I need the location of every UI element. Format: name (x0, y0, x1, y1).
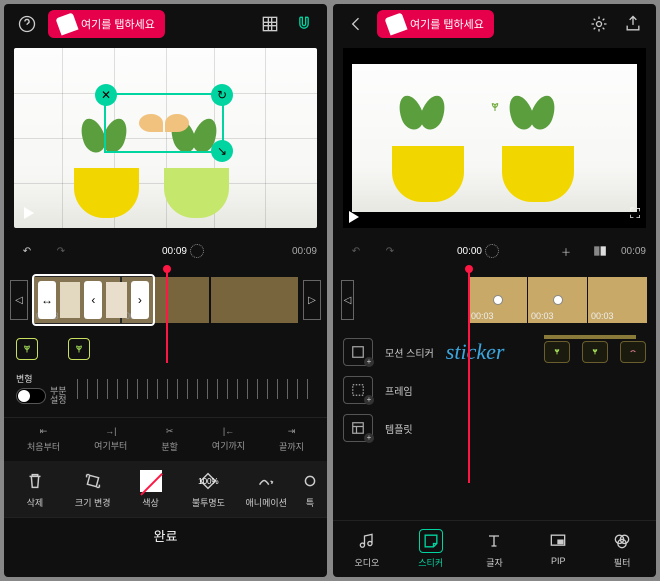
prev-clip-button[interactable]: ◁ (10, 280, 28, 320)
resize-button[interactable]: 크기 변경 (66, 469, 120, 509)
total-time: 00:09 (292, 246, 317, 257)
sticker-birds (139, 114, 189, 132)
redo-icon[interactable]: ↷ (377, 238, 403, 264)
clip-focus[interactable]: ↔ ‹ › (32, 274, 155, 326)
timeline-header: ↶ ↷ 00:00 ＋ 00:09 (333, 232, 656, 270)
preview-canvas[interactable]: ✕ ↻ ↘ (14, 48, 317, 228)
export-icon[interactable] (620, 11, 646, 37)
editor-screen-overlay: 여기를 탭하세요 ✕ ↻ ↘ ↶ ↷ (4, 4, 327, 577)
tab-sticker[interactable]: 스티커 (404, 529, 458, 569)
more-button[interactable]: 특 (297, 469, 323, 509)
hand-icon (55, 12, 78, 35)
opacity-button[interactable]: 100%불투명도 (181, 469, 235, 509)
undo-icon[interactable]: ↶ (14, 238, 40, 264)
partial-label: 부분 설정 (50, 387, 67, 405)
add-icon[interactable]: ＋ (553, 238, 579, 264)
template-icon[interactable]: + (343, 414, 373, 442)
timeline-clips[interactable]: 00:03 00:03 00:03 (468, 277, 648, 323)
trim-tools: ⇤처음부터 →|여기부터 ✂분할 |←여기까지 ⇥끝까지 (4, 417, 327, 461)
current-time: 00:00 (457, 246, 482, 257)
magnet-icon[interactable] (291, 11, 317, 37)
sticker-placeholder-label: sticker (446, 339, 505, 365)
undo-icon[interactable]: ↶ (343, 238, 369, 264)
tooltip-tap-here: 여기를 탭하세요 (377, 10, 494, 38)
motion-sticker-icon[interactable]: + (343, 338, 373, 366)
handle-left-icon[interactable]: ‹ (84, 281, 102, 319)
settings-icon[interactable] (586, 11, 612, 37)
hand-icon (384, 12, 407, 35)
overlay-chip[interactable] (620, 341, 646, 363)
back-icon[interactable] (343, 11, 369, 37)
editor-screen-main: 여기를 탭하세요 ⛶ ↶ ↷ 00:00 ＋ 00:09 (333, 4, 656, 577)
loop-icon[interactable] (485, 244, 499, 258)
template-label: 템플릿 (385, 421, 413, 436)
tooltip-tap-here: 여기를 탭하세요 (48, 10, 165, 38)
top-toolbar: 여기를 탭하세요 (333, 4, 656, 44)
clip-thumb[interactable]: 00:03 (588, 277, 648, 323)
rotate-icon[interactable]: ↻ (211, 84, 233, 106)
handle-right-icon[interactable]: › (131, 281, 149, 319)
preview-canvas[interactable]: ⛶ (343, 48, 646, 228)
tab-audio[interactable]: 오디오 (340, 529, 394, 569)
play-button[interactable] (14, 198, 44, 228)
overlay-chip[interactable] (582, 341, 608, 363)
transition-dot-icon[interactable] (553, 295, 563, 305)
aspect-icon[interactable] (587, 238, 613, 264)
clip-thumb[interactable]: 00:03 (528, 277, 588, 323)
clip-thumb[interactable]: 00:03 (468, 277, 528, 323)
next-clip-button[interactable]: ▷ (303, 280, 321, 320)
loop-icon[interactable] (190, 244, 204, 258)
play-button[interactable] (339, 202, 369, 232)
trim-from-start[interactable]: ⇤처음부터 (27, 426, 60, 453)
redo-icon[interactable]: ↷ (48, 238, 74, 264)
playhead[interactable] (468, 269, 470, 483)
tab-filter[interactable]: 필터 (595, 529, 649, 569)
trim-to-here[interactable]: |←여기까지 (212, 426, 245, 453)
tab-text[interactable]: 글자 (467, 529, 521, 569)
move-handle-icon[interactable]: ↔ (38, 281, 56, 319)
partial-toggle[interactable] (16, 388, 46, 404)
ruler-ticks (77, 379, 315, 399)
layer-panel: + 모션 스티커 sticker + 프레임 + 템플릿 (333, 330, 656, 450)
sticker-chip[interactable] (16, 338, 38, 360)
help-icon[interactable] (14, 11, 40, 37)
total-time: 00:09 (621, 246, 646, 257)
top-toolbar: 여기를 탭하세요 (4, 4, 327, 44)
frame-label: 프레임 (385, 383, 413, 398)
transition-dot-icon[interactable] (493, 295, 503, 305)
tab-pip[interactable]: PIP (531, 529, 585, 569)
delete-button[interactable]: 삭제 (8, 469, 62, 509)
sticker-sprout-tiny (487, 99, 503, 118)
overlay-chip[interactable] (544, 341, 570, 363)
motion-sticker-label: 모션 스티커 (385, 345, 434, 360)
grid-icon[interactable] (257, 11, 283, 37)
clip-region[interactable]: 00:03 00:03 ↔ ‹ › (32, 277, 299, 323)
bottom-tabs: 오디오 스티커 글자 PIP 필터 (333, 520, 656, 577)
done-button[interactable]: 완료 (4, 517, 327, 553)
overlay-track (4, 330, 327, 364)
animation-button[interactable]: 애니메이션 (239, 469, 293, 509)
timeline-strip: ◁ 00:03 00:03 ↔ ‹ › ▷ (4, 270, 327, 330)
transform-label: 변형 (16, 372, 67, 385)
split-button[interactable]: ✂분할 (161, 426, 178, 453)
current-time: 00:09 (162, 246, 187, 257)
scale-handle-icon[interactable]: ↘ (211, 140, 233, 162)
trim-to-end[interactable]: ⇥끝까지 (279, 426, 304, 453)
sticker-chip[interactable] (68, 338, 90, 360)
edit-tools: 삭제 크기 변경 색상 100%불투명도 애니메이션 특 (4, 461, 327, 517)
selection-box[interactable]: ✕ ↻ ↘ (104, 93, 224, 153)
frame-icon[interactable]: + (343, 376, 373, 404)
close-icon[interactable]: ✕ (95, 84, 117, 106)
prev-clip-button[interactable]: ◁ (341, 280, 354, 320)
trim-from-here[interactable]: →|여기부터 (94, 426, 127, 453)
fullscreen-icon[interactable]: ⛶ (630, 205, 640, 222)
color-button[interactable]: 색상 (124, 469, 178, 509)
